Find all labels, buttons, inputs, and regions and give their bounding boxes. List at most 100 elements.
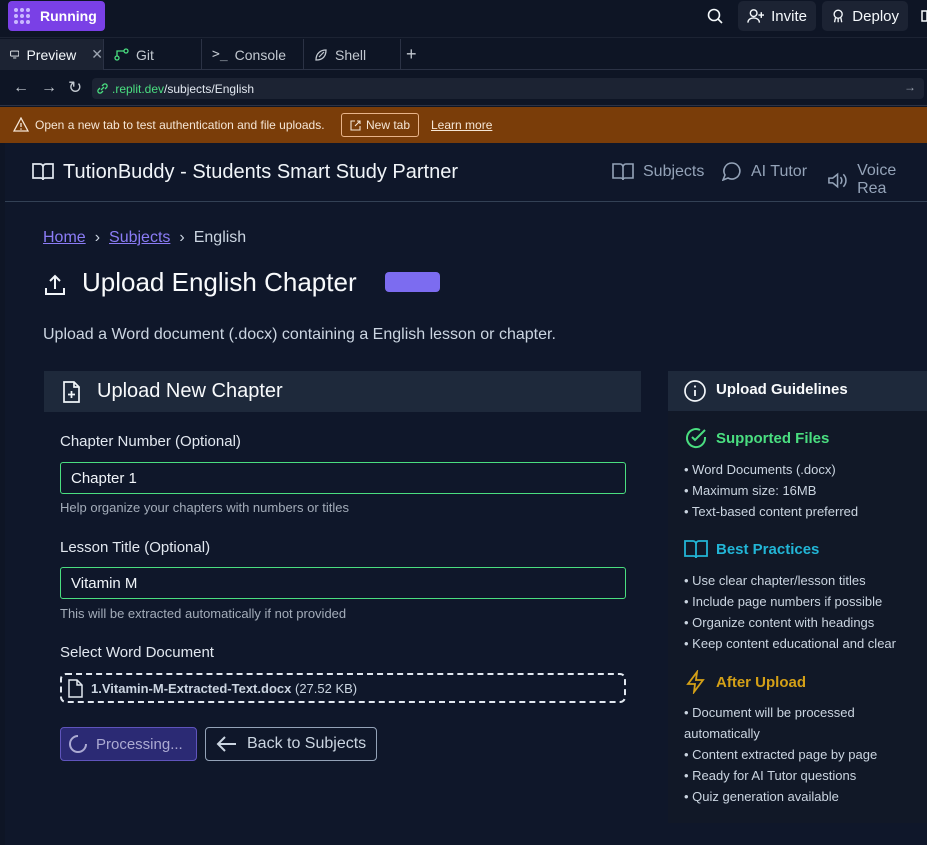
- nav-subjects[interactable]: Subjects: [612, 162, 704, 181]
- card-title: Upload New Chapter: [97, 380, 283, 402]
- list-item: • Keep content educational and clear: [684, 636, 896, 651]
- search-icon[interactable]: [707, 8, 724, 25]
- external-link-icon: [350, 119, 361, 131]
- list-item: • Quiz generation available: [684, 789, 839, 804]
- chat-icon: [722, 162, 741, 181]
- nav-label: AI Tutor: [751, 162, 808, 180]
- list-item: automatically: [684, 726, 760, 741]
- back-arrow-icon[interactable]: ←: [13, 79, 29, 97]
- after-upload-heading: After Upload: [684, 670, 806, 694]
- tab-label: Shell: [335, 46, 367, 63]
- close-icon[interactable]: ✕: [91, 46, 103, 63]
- page-description: Upload a Word document (.docx) containin…: [43, 326, 556, 343]
- tab-git[interactable]: Git: [104, 39, 202, 70]
- file-drop-input[interactable]: 1.Vitamin-M-Extracted-Text.docx (27.52 K…: [60, 673, 626, 703]
- tab-label: Git: [136, 46, 154, 63]
- deploy-button[interactable]: Deploy: [822, 1, 908, 31]
- list-item: • Maximum size: 16MB: [684, 483, 817, 498]
- list-item: • Include page numbers if possible: [684, 594, 883, 609]
- warning-text: Open a new tab to test authentication an…: [35, 118, 325, 132]
- check-circle-icon: [686, 428, 707, 449]
- book-icon: [612, 163, 634, 181]
- nav-voice-reader[interactable]: Voice Rea: [827, 162, 927, 198]
- nav-label: Subjects: [643, 162, 705, 180]
- book-logo-icon: [32, 163, 54, 181]
- back-to-subjects-button[interactable]: Back to Subjects: [205, 727, 377, 761]
- breadcrumb: Home › Subjects › English: [43, 229, 246, 247]
- lesson-title-input[interactable]: Vitamin M: [60, 567, 626, 599]
- lesson-title-label: Lesson Title (Optional): [60, 539, 211, 556]
- guidelines-body: Supported Files • Word Documents (.docx)…: [668, 411, 927, 823]
- best-practices-heading: Best Practices: [684, 539, 819, 559]
- url-domain: .replit.dev: [112, 81, 165, 96]
- forward-arrow-icon[interactable]: →: [41, 79, 57, 97]
- select-document-label: Select Word Document: [60, 644, 214, 661]
- site-header: TutionBuddy - Students Smart Study Partn…: [5, 143, 927, 202]
- list-item: • Text-based content preferred: [684, 504, 859, 519]
- breadcrumb-separator: ›: [179, 229, 185, 246]
- site-title[interactable]: TutionBuddy - Students Smart Study Partn…: [63, 161, 458, 184]
- run-status-button[interactable]: Running: [8, 1, 105, 31]
- speaker-icon: [828, 172, 847, 188]
- git-icon: [114, 48, 129, 61]
- breadcrumb-home-link[interactable]: Home: [43, 229, 86, 247]
- processing-button[interactable]: Processing...: [60, 727, 197, 761]
- chapter-number-label: Chapter Number (Optional): [60, 433, 241, 450]
- spinner-icon: [69, 735, 87, 753]
- terminal-icon: >_: [212, 47, 228, 62]
- file-size: (27.52 KB): [294, 680, 358, 696]
- guidelines-title: Upload Guidelines: [716, 381, 848, 398]
- new-tab-label: New tab: [365, 118, 411, 132]
- file-icon: [68, 678, 83, 698]
- processing-label: Processing...: [96, 735, 183, 753]
- open-external-icon[interactable]: →: [904, 80, 916, 94]
- tab-console[interactable]: >_ Console: [202, 39, 304, 70]
- supported-files-list: • Word Documents (.docx) • Maximum size:…: [684, 459, 858, 522]
- breadcrumb-current: English: [193, 229, 247, 246]
- browser-urlbar: ← → ↻ .replit.dev/subjects/English →: [0, 70, 927, 106]
- reload-icon[interactable]: ↻: [68, 78, 82, 98]
- upload-icon: [45, 274, 65, 295]
- warning-icon: [13, 117, 29, 132]
- lesson-title-help: This will be extracted automatically if …: [60, 606, 347, 621]
- app-preview: TutionBuddy - Students Smart Study Partn…: [5, 143, 927, 845]
- nav-label: Voice Rea: [857, 162, 897, 197]
- supported-files-heading: Supported Files: [684, 426, 829, 450]
- list-item: • Word Documents (.docx): [684, 462, 836, 477]
- after-upload-list: • Document will be processed automatical…: [684, 702, 877, 807]
- bell-icon[interactable]: [920, 8, 927, 25]
- subject-badge: [385, 272, 440, 292]
- shell-icon: [315, 48, 327, 61]
- nav-ai-tutor[interactable]: AI Tutor: [722, 162, 807, 181]
- tab-label: Preview: [26, 46, 77, 63]
- chapter-number-help: Help organize your chapters with numbers…: [60, 500, 350, 515]
- breadcrumb-subjects-link[interactable]: Subjects: [109, 229, 170, 247]
- list-item: • Organize content with headings: [684, 615, 875, 630]
- list-item: • Ready for AI Tutor questions: [684, 768, 857, 783]
- replit-logo-icon: [14, 8, 30, 24]
- list-item: • Content extracted page by page: [684, 747, 878, 762]
- invite-button[interactable]: Invite: [738, 1, 816, 31]
- link-icon: [97, 83, 108, 94]
- breadcrumb-separator: ›: [94, 229, 101, 246]
- new-tab-button[interactable]: New tab: [341, 113, 419, 137]
- back-label: Back to Subjects: [247, 735, 367, 752]
- url-input[interactable]: .replit.dev/subjects/English →: [92, 78, 924, 99]
- tab-shell[interactable]: Shell: [304, 39, 401, 70]
- best-practices-list: • Use clear chapter/lesson titles • Incl…: [684, 570, 896, 654]
- chapter-number-input[interactable]: Chapter 1: [60, 462, 626, 494]
- url-path: /subjects/English: [164, 81, 255, 96]
- book-open-icon: [684, 540, 708, 559]
- tab-preview[interactable]: Preview ✕: [0, 39, 104, 70]
- guidelines-header: Upload Guidelines: [668, 371, 927, 411]
- deploy-icon: [833, 9, 843, 23]
- add-user-icon: [747, 9, 765, 23]
- pane-tabs: Preview ✕ Git >_ Console Shell +: [0, 39, 927, 70]
- run-status-label: Running: [40, 8, 97, 24]
- add-tab-icon[interactable]: +: [406, 44, 417, 65]
- invite-label: Invite: [771, 7, 807, 25]
- learn-more-link[interactable]: Learn more: [431, 118, 492, 132]
- tab-label: Console: [234, 46, 287, 63]
- list-item: • Document will be processed: [684, 705, 855, 720]
- arrow-left-icon: [216, 736, 236, 752]
